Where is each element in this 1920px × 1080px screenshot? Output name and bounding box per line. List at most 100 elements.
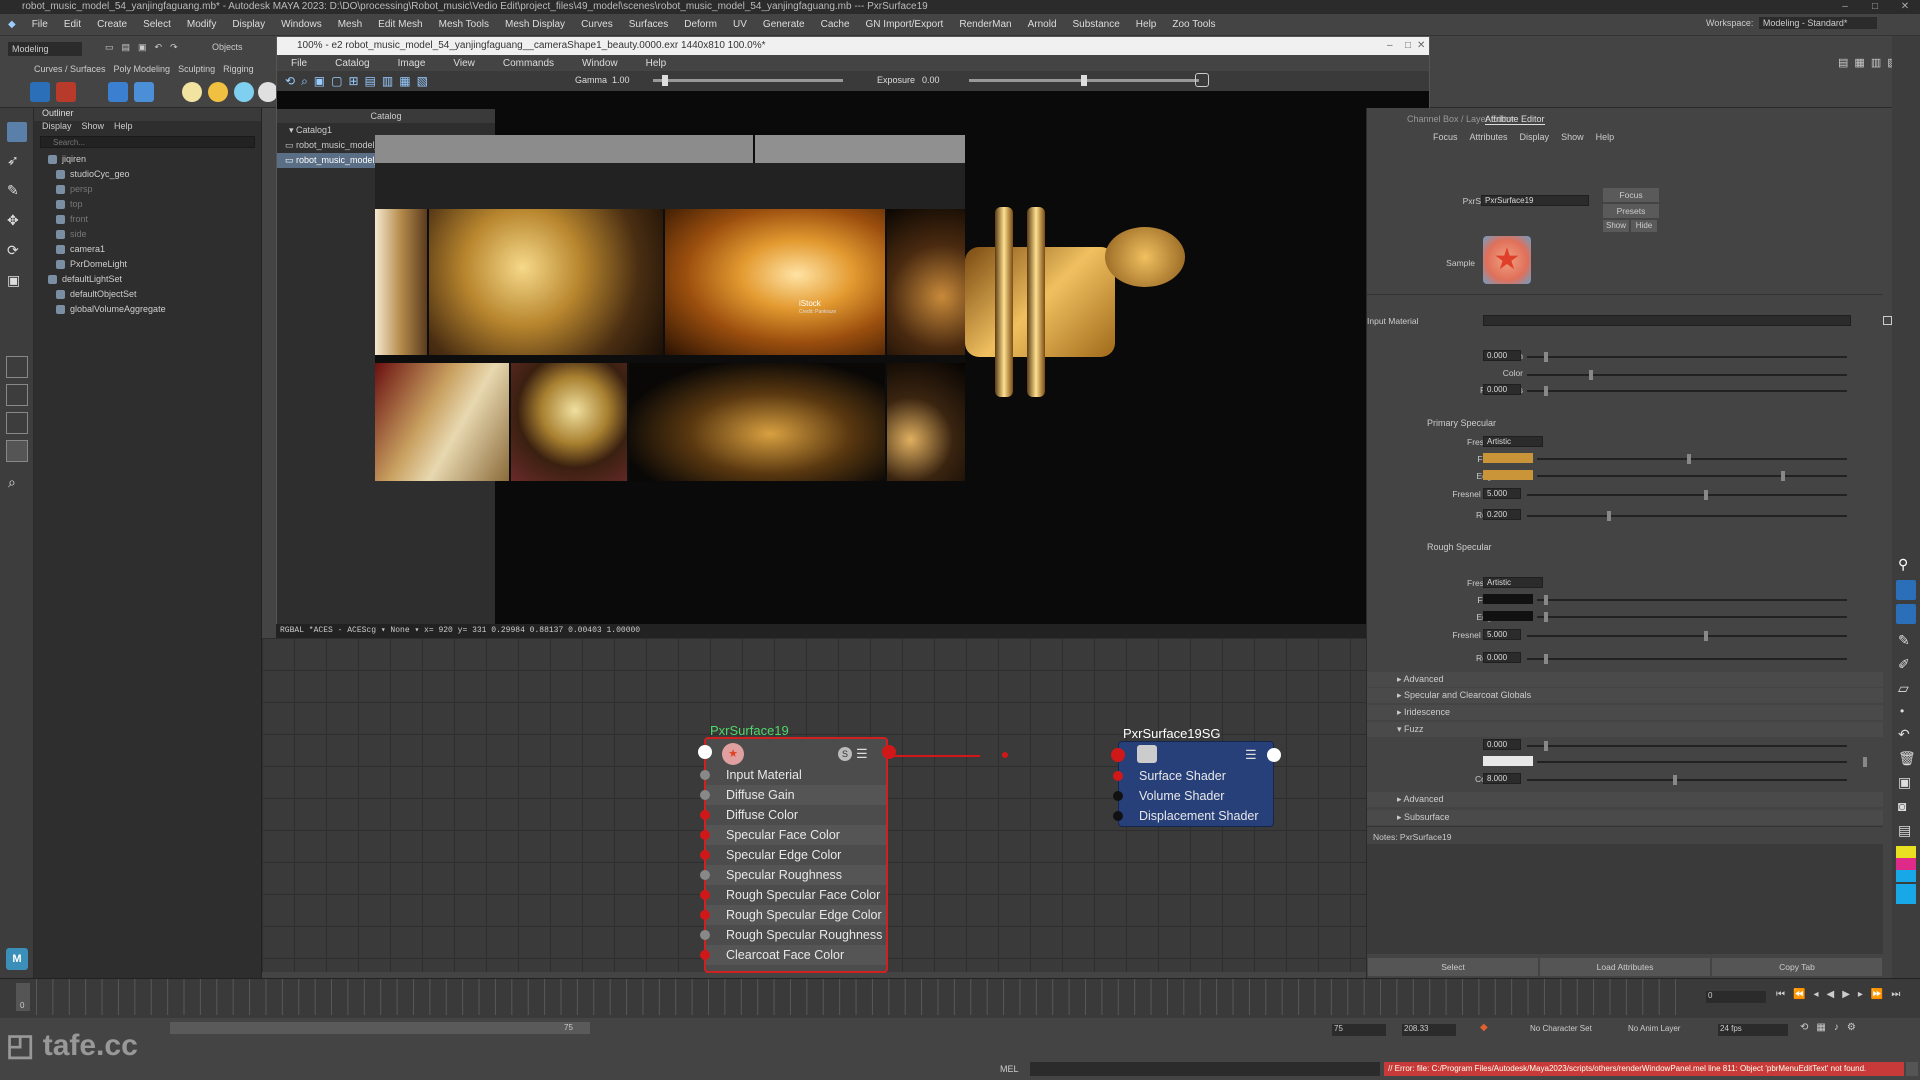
paint-tool-icon[interactable]: ✎ <box>7 182 19 199</box>
snapshot-icon[interactable]: ▣ <box>314 74 325 89</box>
shading-group-node[interactable]: PxrSurface19SG ☰ Surface Shader Volume Sh… <box>1111 726 1281 827</box>
shelf-tab[interactable]: Rigging <box>223 64 254 74</box>
play-icon[interactable]: ▶ <box>1842 989 1850 1000</box>
outliner-menu-item[interactable]: Show <box>82 121 105 134</box>
port-dot[interactable] <box>700 790 710 800</box>
menu-display[interactable]: Display <box>224 19 273 30</box>
ae-menu-item[interactable]: Focus <box>1433 132 1458 142</box>
renderman-render-icon[interactable] <box>30 82 50 102</box>
sample-swatch[interactable]: ★ <box>1483 236 1531 284</box>
port-dot[interactable] <box>700 910 710 920</box>
save-scene-icon[interactable]: ▣ <box>138 42 147 53</box>
gamma-value[interactable]: 1.00 <box>612 75 630 85</box>
stamp-icon[interactable]: ▣ <box>1898 774 1911 791</box>
spec-face-slider[interactable] <box>1537 458 1847 460</box>
remove-image-icon[interactable]: ▦ <box>399 74 410 89</box>
diffuse-color-handle[interactable] <box>1589 370 1593 380</box>
animation-end-field[interactable]: 208.33 <box>1402 1024 1456 1036</box>
fuzz-cone-slider[interactable] <box>1527 779 1847 781</box>
step-back-icon[interactable]: ◂ <box>1813 989 1818 1000</box>
area-light-icon[interactable] <box>258 82 278 102</box>
rv-menu-item[interactable]: Help <box>632 58 681 69</box>
exposure-value[interactable]: 0.00 <box>922 75 940 85</box>
gamma-slider-handle[interactable] <box>662 75 669 86</box>
sun-light-icon[interactable] <box>208 82 228 102</box>
script-editor-icon[interactable] <box>1906 1062 1918 1076</box>
rspec-rough-field[interactable]: 0.000 <box>1483 652 1521 663</box>
rspec-rough-handle[interactable] <box>1544 654 1548 664</box>
select-tool-icon[interactable] <box>7 122 27 142</box>
rspec-exp-handle[interactable] <box>1704 631 1708 641</box>
rspec-rough-slider[interactable] <box>1527 658 1847 660</box>
outliner-item[interactable]: PxrDomeLight <box>34 257 261 272</box>
scale-tool-icon[interactable]: ▣ <box>7 272 20 289</box>
new-scene-icon[interactable]: ▭ <box>105 42 114 53</box>
port-dot[interactable] <box>700 930 710 940</box>
menu-help[interactable]: Help <box>1128 19 1165 30</box>
render-settings-icon[interactable] <box>108 82 128 102</box>
workspace-selector[interactable]: Workspace: Modeling - Standard* <box>1706 17 1878 29</box>
go-to-start-icon[interactable]: ⏮ <box>1776 989 1785 1000</box>
key-icon[interactable]: ▦ <box>1816 1022 1825 1033</box>
loop-icon[interactable]: ⟲ <box>1800 1022 1808 1033</box>
rv-menu-item[interactable]: Image <box>384 58 440 69</box>
diffuse-color-slider[interactable] <box>1527 374 1847 376</box>
outliner-item[interactable]: defaultLightSet <box>34 272 261 287</box>
outliner-item[interactable]: defaultObjectSet <box>34 287 261 302</box>
rv-menu-item[interactable]: View <box>439 58 489 69</box>
eraser-icon[interactable]: ▱ <box>1898 680 1909 697</box>
input-port[interactable] <box>698 745 712 759</box>
connection-midpoint[interactable] <box>1002 752 1008 758</box>
ae-section-header[interactable]: ▸ Advanced <box>1367 792 1883 807</box>
fuzz-cone-handle[interactable] <box>1673 775 1677 785</box>
menu-uv[interactable]: UV <box>725 19 755 30</box>
character-set-dropdown[interactable]: No Character Set <box>1530 1024 1592 1033</box>
outliner-menu-item[interactable]: Display <box>42 121 72 134</box>
one-to-one-icon[interactable]: ▤ <box>365 74 376 89</box>
rspec-exp-field[interactable]: 5.000 <box>1483 629 1521 640</box>
diffuse-roughness-field[interactable]: 0.000 <box>1483 384 1521 395</box>
shader-port[interactable]: Diffuse Gain <box>700 785 886 805</box>
sg-port[interactable]: Displacement Shader <box>1113 806 1273 826</box>
spec-fresnel-dropdown[interactable]: Artistic <box>1483 436 1543 447</box>
undo-icon[interactable]: ↶ <box>155 42 163 53</box>
notes-area[interactable] <box>1367 844 1883 954</box>
trash-icon[interactable]: 🗑 <box>1898 750 1916 767</box>
menu-select[interactable]: Select <box>135 19 179 30</box>
step-back-key-icon[interactable]: ⏪ <box>1793 989 1805 1000</box>
prefs-icon[interactable]: ⚙ <box>1847 1022 1856 1033</box>
menu-renderman[interactable]: RenderMan <box>951 19 1019 30</box>
shelf-tab[interactable]: Curves / Surfaces <box>34 64 106 74</box>
shader-port[interactable]: Specular Roughness <box>700 865 886 885</box>
play-back-icon[interactable]: ◀ <box>1826 989 1834 1000</box>
outliner-item[interactable]: top <box>34 197 261 212</box>
two-pane-icon[interactable] <box>6 412 28 434</box>
time-slider[interactable]: 0 0 ⏮ ⏪ ◂ ◀ ▶ ▸ ⏩ ⏭ <box>0 978 1920 1018</box>
spec-edge-color-swatch[interactable] <box>1483 470 1533 480</box>
spec-rough-slider[interactable] <box>1527 515 1847 517</box>
outliner-item[interactable]: persp <box>34 182 261 197</box>
swatch-toggle-icon[interactable]: S <box>838 747 852 761</box>
objects-label[interactable]: Objects <box>212 42 243 52</box>
spec-exp-field[interactable]: 5.000 <box>1483 488 1521 499</box>
node-name-field[interactable]: PxrSurface19 <box>1481 195 1589 206</box>
diffuse-roughness-handle[interactable] <box>1544 386 1548 396</box>
redo-icon[interactable]: ↷ <box>170 42 178 53</box>
menu-file[interactable]: File <box>24 19 56 30</box>
pin-icon[interactable]: ⚲ <box>1898 556 1908 573</box>
port-dot[interactable] <box>1113 771 1123 781</box>
rspec-edge-slider[interactable] <box>1537 616 1847 618</box>
outliner-item[interactable]: front <box>34 212 261 227</box>
ae-section-header[interactable]: ▾ Fuzz <box>1367 722 1883 737</box>
diffuse-gain-field[interactable]: 0.000 <box>1483 350 1521 361</box>
port-dot[interactable] <box>700 890 710 900</box>
shelf-tab[interactable]: Poly Modeling <box>114 64 171 74</box>
menu-edit[interactable]: Edit <box>56 19 89 30</box>
close-button[interactable]: ✕ <box>1890 0 1920 14</box>
outliner-item[interactable]: side <box>34 227 261 242</box>
port-dot[interactable] <box>700 850 710 860</box>
rspec-face-slider[interactable] <box>1537 599 1847 601</box>
anim-layer-dropdown[interactable]: No Anim Layer <box>1628 1024 1680 1033</box>
spec-face-color-swatch[interactable] <box>1483 453 1533 463</box>
menu-edit-mesh[interactable]: Edit Mesh <box>370 19 430 30</box>
